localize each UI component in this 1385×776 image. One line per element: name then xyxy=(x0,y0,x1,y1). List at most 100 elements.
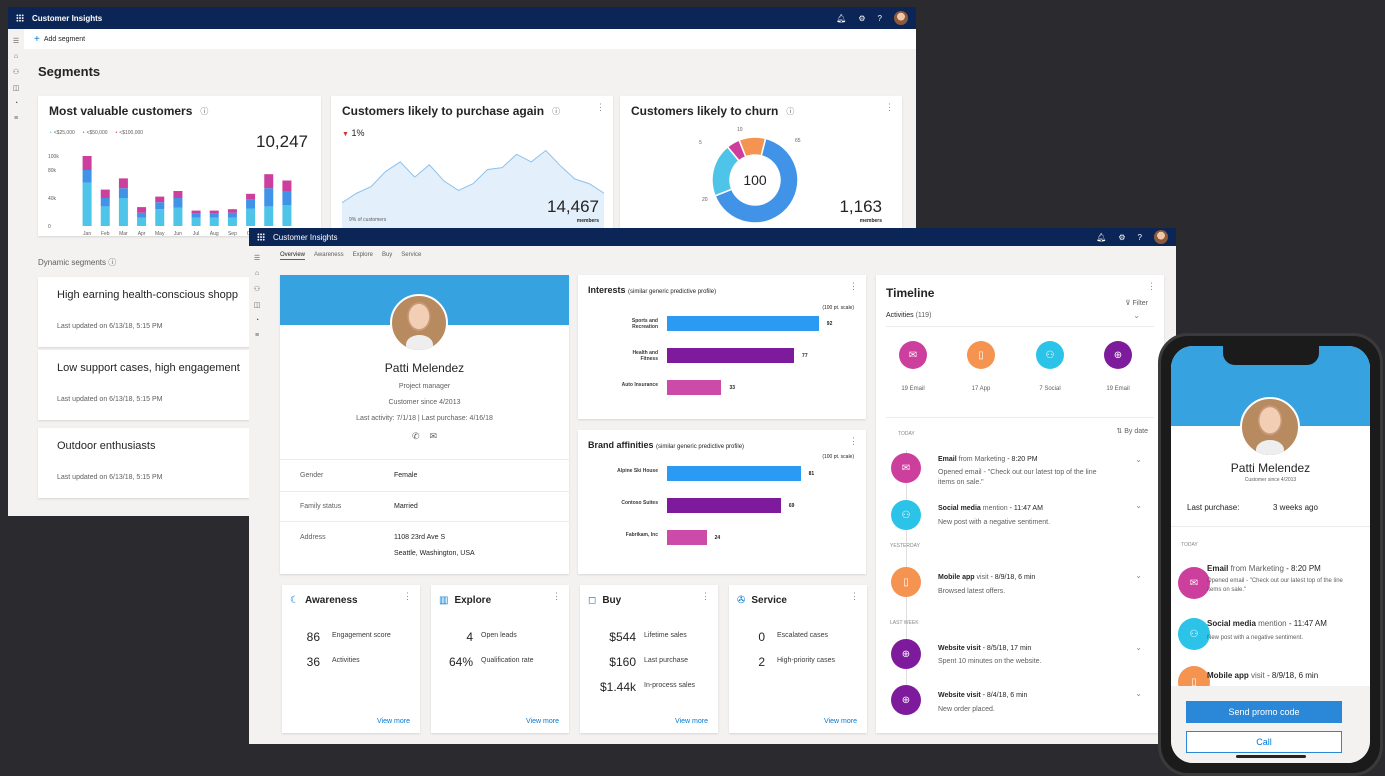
bar-segment xyxy=(82,156,92,170)
bell-icon[interactable]: 🔔︎ xyxy=(836,14,846,23)
tab-service[interactable]: Service xyxy=(401,252,421,260)
timeline-item-title[interactable]: Social media mention - 11:47 AM xyxy=(938,505,1043,512)
view-more-link[interactable]: View more xyxy=(675,718,708,725)
more-icon[interactable]: ⋮ xyxy=(849,281,858,292)
churn-card[interactable]: Customers likely to churn ⓘ ⋮ 65 20 5 10 100… xyxy=(620,96,902,236)
app-title: Customer Insights xyxy=(273,232,338,242)
info-icon[interactable]: ⓘ xyxy=(108,258,116,267)
timeline-item-title[interactable]: Mobile app visit - 8/9/18, 6 min xyxy=(938,574,1035,581)
item-from: from Marketing xyxy=(1228,564,1284,573)
item-time: - 8/9/18, 6 min xyxy=(1264,671,1319,680)
awareness-icon: ☾ xyxy=(290,595,299,606)
top-bar: Customer Insights 🔔︎ ⚙︎ ? xyxy=(8,7,916,29)
more-icon[interactable]: ⋮ xyxy=(849,436,858,447)
tab-overview[interactable]: Overview xyxy=(280,252,306,260)
segment-card[interactable]: Outdoor enthusiasts Last updated on 6/13… xyxy=(38,428,258,498)
mail-icon[interactable]: ✉ xyxy=(430,431,438,441)
chevron-down-icon[interactable]: ⌄ xyxy=(1135,501,1142,510)
legend-item: <$25,000 xyxy=(50,130,75,136)
more-icon[interactable]: ⋮ xyxy=(403,591,412,602)
chevron-down-icon[interactable]: ⌄ xyxy=(1135,689,1142,698)
phone-notch xyxy=(1222,345,1319,365)
add-icon[interactable]: + xyxy=(34,34,40,45)
chevron-down-icon[interactable]: ⌄ xyxy=(1133,311,1140,320)
phone-mockup: Patti Melendez Customer since 4/2013 Las… xyxy=(1158,333,1383,776)
pie-icon[interactable]: ◔ xyxy=(14,100,18,107)
info-icon[interactable]: ⓘ xyxy=(200,106,208,117)
purchase-card[interactable]: Customers likely to purchase again ⓘ ⋮ ▼… xyxy=(331,96,613,236)
more-icon[interactable]: ⋮ xyxy=(701,591,710,602)
timeline-item-title[interactable]: Social media mention - 11:47 AM xyxy=(1207,619,1327,628)
bar xyxy=(667,348,795,363)
timeline-item-title[interactable]: Email from Marketing - 8:20 PM xyxy=(938,456,1038,463)
segment-card[interactable]: High earning health-conscious shopp Last… xyxy=(38,277,258,347)
info-icon[interactable]: ⓘ xyxy=(786,106,794,117)
chevron-down-icon[interactable]: ⌄ xyxy=(1135,643,1142,652)
social-icon: ⚇ xyxy=(891,500,921,530)
more-icon[interactable]: ⋮ xyxy=(1147,281,1156,292)
home-icon[interactable]: ⌂ xyxy=(255,270,259,277)
view-more-link[interactable]: View more xyxy=(377,718,410,725)
bar-segment xyxy=(209,217,219,226)
bar-segment xyxy=(155,209,165,226)
gear-icon[interactable]: ⚙︎ xyxy=(858,14,865,23)
filter-icon[interactable]: ≡ xyxy=(255,332,259,339)
view-more-link[interactable]: View more xyxy=(526,718,559,725)
timeline-item-title[interactable]: Mobile app visit - 8/9/18, 6 min xyxy=(1207,671,1318,680)
item-from: from Marketing xyxy=(956,456,1006,463)
help-icon[interactable]: ? xyxy=(1138,233,1142,242)
add-segment-button[interactable]: Add segment xyxy=(44,36,85,43)
avatar[interactable] xyxy=(1154,230,1168,244)
chevron-down-icon[interactable]: ⌄ xyxy=(1135,455,1142,464)
home-icon[interactable]: ⌂ xyxy=(14,53,18,60)
filter-button[interactable]: ⊽ Filter xyxy=(1125,299,1148,307)
info-icon[interactable]: ⓘ xyxy=(552,106,560,117)
more-icon[interactable]: ⋮ xyxy=(885,102,894,113)
mail-icon[interactable]: ✉ xyxy=(899,341,927,369)
avatar[interactable] xyxy=(894,11,908,25)
bar-segment xyxy=(137,207,147,213)
people-icon[interactable]: ⚇ xyxy=(13,68,19,76)
timeline-item-title[interactable]: Website visit - 8/5/18, 17 min xyxy=(938,645,1031,652)
waffle-icon[interactable] xyxy=(16,14,24,22)
kpi-value: $544 xyxy=(609,630,636,644)
segments-icon[interactable]: ◫ xyxy=(254,301,261,309)
tab-buy[interactable]: Buy xyxy=(382,252,392,260)
more-icon[interactable]: ⋮ xyxy=(552,591,561,602)
hamburger-icon[interactable]: ☰ xyxy=(13,37,19,45)
send-promo-button[interactable]: Send promo code xyxy=(1186,701,1342,723)
more-icon[interactable]: ⋮ xyxy=(596,102,605,113)
mvc-card[interactable]: Most valuable customers ⓘ <$25,000 <$50,… xyxy=(38,96,321,236)
phone-icon[interactable]: ✆ xyxy=(412,431,420,441)
item-kind: Mobile app xyxy=(1207,671,1249,680)
more-icon[interactable]: ⋮ xyxy=(850,591,859,602)
bar-segment xyxy=(227,209,237,213)
social-icon[interactable]: ⚇ xyxy=(1036,341,1064,369)
phone-icon[interactable]: ▯ xyxy=(967,341,995,369)
filter-icon[interactable]: ≡ xyxy=(14,115,18,122)
help-icon[interactable]: ? xyxy=(878,14,882,23)
chevron-down-icon[interactable]: ⌄ xyxy=(1135,571,1142,580)
tab-explore[interactable]: Explore xyxy=(353,252,373,260)
people-icon[interactable]: ⚇ xyxy=(254,285,260,293)
tab-awareness[interactable]: Awareness xyxy=(314,252,344,260)
buy-card: ◻ Buy ⋮ $544 Lifetime sales $160 Last pur… xyxy=(580,585,718,733)
bar-segment xyxy=(282,191,292,205)
gear-icon[interactable]: ⚙︎ xyxy=(1118,233,1125,242)
timeline-item-title[interactable]: Website visit - 8/4/18, 6 min xyxy=(938,692,1027,699)
waffle-icon[interactable] xyxy=(257,233,265,241)
pie-icon[interactable]: ◔ xyxy=(255,317,259,324)
sort-button[interactable]: ⇅ By date xyxy=(1116,427,1148,435)
nav-rail: ☰ ⌂ ⚇ ◫ ◔ ≡ xyxy=(249,246,265,744)
globe-icon[interactable]: ⊕ xyxy=(1104,341,1132,369)
call-button[interactable]: Call xyxy=(1186,731,1342,753)
hamburger-icon[interactable]: ☰ xyxy=(254,254,260,262)
bell-icon[interactable]: 🔔︎ xyxy=(1096,233,1106,242)
segment-card[interactable]: Low support cases, high engagement Last … xyxy=(38,350,258,420)
timeline-item-title[interactable]: Email from Marketing - 8:20 PM xyxy=(1207,564,1321,573)
view-more-link[interactable]: View more xyxy=(824,718,857,725)
bar-value: 81 xyxy=(808,471,815,477)
segments-icon[interactable]: ◫ xyxy=(13,84,20,92)
title-text: Brand affinities xyxy=(588,440,654,450)
page-title: Segments xyxy=(38,64,101,79)
